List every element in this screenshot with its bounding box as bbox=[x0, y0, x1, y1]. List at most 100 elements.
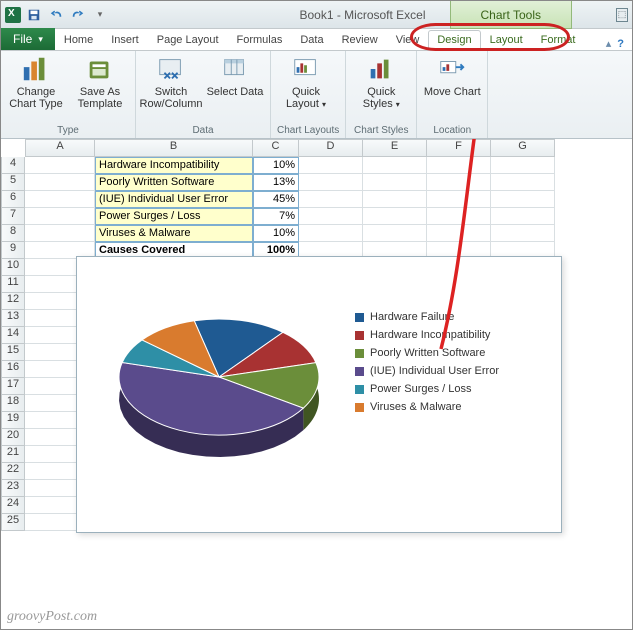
quick-layout-button[interactable]: Quick Layout ▾ bbox=[277, 54, 335, 110]
row-header[interactable]: 19 bbox=[1, 412, 25, 429]
cell[interactable] bbox=[491, 191, 555, 208]
row-header[interactable]: 20 bbox=[1, 429, 25, 446]
tab-view[interactable]: View bbox=[387, 30, 429, 50]
row-header[interactable]: 17 bbox=[1, 378, 25, 395]
tab-home[interactable]: Home bbox=[55, 30, 102, 50]
col-header-B[interactable]: B bbox=[95, 139, 253, 157]
row-header[interactable]: 11 bbox=[1, 276, 25, 293]
cell[interactable]: Viruses & Malware bbox=[95, 225, 253, 242]
quick-styles-button[interactable]: Quick Styles ▾ bbox=[352, 54, 410, 110]
cell[interactable]: Power Surges / Loss bbox=[95, 208, 253, 225]
cell[interactable] bbox=[491, 208, 555, 225]
col-header-C[interactable]: C bbox=[253, 139, 299, 157]
save-as-template-button[interactable]: Save As Template bbox=[71, 54, 129, 110]
row-header[interactable]: 10 bbox=[1, 259, 25, 276]
cell[interactable] bbox=[299, 208, 363, 225]
file-tab[interactable]: File▾ bbox=[1, 28, 55, 50]
col-header-E[interactable]: E bbox=[363, 139, 427, 157]
row-header[interactable]: 22 bbox=[1, 463, 25, 480]
tab-data[interactable]: Data bbox=[291, 30, 332, 50]
template-icon bbox=[85, 54, 115, 84]
quick-access-toolbar: ▾ bbox=[25, 6, 109, 24]
row-header[interactable]: 9 bbox=[1, 242, 25, 259]
row-header[interactable]: 6 bbox=[1, 191, 25, 208]
col-header-F[interactable]: F bbox=[427, 139, 491, 157]
cell[interactable] bbox=[299, 174, 363, 191]
undo-icon[interactable] bbox=[47, 6, 65, 24]
tab-review[interactable]: Review bbox=[333, 30, 387, 50]
cell[interactable]: (IUE) Individual User Error bbox=[95, 191, 253, 208]
cell[interactable] bbox=[427, 157, 491, 174]
switch-row-column-button[interactable]: Switch Row/Column bbox=[142, 54, 200, 110]
row-header[interactable]: 7 bbox=[1, 208, 25, 225]
cell[interactable]: 13% bbox=[253, 174, 299, 191]
cell[interactable] bbox=[363, 225, 427, 242]
cell[interactable] bbox=[25, 174, 95, 191]
move-chart-button[interactable]: Move Chart bbox=[423, 54, 481, 98]
cell[interactable] bbox=[299, 191, 363, 208]
cell[interactable]: 10% bbox=[253, 157, 299, 174]
cell[interactable] bbox=[363, 208, 427, 225]
save-icon[interactable] bbox=[25, 6, 43, 24]
cell[interactable] bbox=[363, 157, 427, 174]
tab-formulas[interactable]: Formulas bbox=[228, 30, 292, 50]
row-header[interactable]: 14 bbox=[1, 327, 25, 344]
cell[interactable]: 10% bbox=[253, 225, 299, 242]
cell[interactable] bbox=[25, 191, 95, 208]
col-header-G[interactable]: G bbox=[491, 139, 555, 157]
qat-customize-icon[interactable]: ▾ bbox=[91, 6, 109, 24]
cell[interactable] bbox=[363, 174, 427, 191]
legend-swatch bbox=[355, 349, 364, 358]
cell[interactable] bbox=[491, 157, 555, 174]
cell[interactable] bbox=[427, 191, 491, 208]
tab-layout[interactable]: Layout bbox=[481, 30, 532, 50]
col-header-D[interactable]: D bbox=[299, 139, 363, 157]
change-chart-type-button[interactable]: Change Chart Type bbox=[7, 54, 65, 110]
worksheet-area[interactable]: A B C D E F G 45678910111213141516171819… bbox=[1, 139, 632, 531]
row-header[interactable]: 4 bbox=[1, 157, 25, 174]
cell[interactable] bbox=[25, 208, 95, 225]
legend-item: Hardware Failure bbox=[355, 311, 551, 323]
row-header[interactable]: 23 bbox=[1, 480, 25, 497]
tab-format[interactable]: Format bbox=[532, 30, 585, 50]
row-header[interactable]: 5 bbox=[1, 174, 25, 191]
cell[interactable] bbox=[427, 225, 491, 242]
row-header[interactable]: 12 bbox=[1, 293, 25, 310]
cell[interactable] bbox=[299, 225, 363, 242]
cell[interactable] bbox=[299, 157, 363, 174]
minimize-ribbon-icon[interactable]: ▴ bbox=[606, 37, 612, 50]
cell[interactable]: 7% bbox=[253, 208, 299, 225]
row-header[interactable]: 15 bbox=[1, 344, 25, 361]
row-header[interactable]: 18 bbox=[1, 395, 25, 412]
group-label-layouts: Chart Layouts bbox=[277, 125, 339, 138]
cell[interactable] bbox=[491, 174, 555, 191]
cell[interactable] bbox=[427, 208, 491, 225]
col-header-A[interactable]: A bbox=[25, 139, 95, 157]
restore-down-button[interactable]: ⬚ bbox=[616, 8, 628, 22]
cell[interactable] bbox=[363, 191, 427, 208]
row-header[interactable]: 8 bbox=[1, 225, 25, 242]
embedded-chart[interactable]: Hardware FailureHardware Incompatibility… bbox=[76, 256, 562, 533]
redo-icon[interactable] bbox=[69, 6, 87, 24]
legend-item: Power Surges / Loss bbox=[355, 383, 551, 395]
cell[interactable]: 45% bbox=[253, 191, 299, 208]
group-label-styles: Chart Styles bbox=[352, 125, 410, 138]
row-header[interactable]: 25 bbox=[1, 514, 25, 531]
row-header[interactable]: 13 bbox=[1, 310, 25, 327]
row-header[interactable]: 21 bbox=[1, 446, 25, 463]
row-header[interactable]: 16 bbox=[1, 361, 25, 378]
select-data-button[interactable]: Select Data bbox=[206, 54, 264, 98]
tab-design[interactable]: Design bbox=[428, 30, 480, 50]
cell[interactable]: Hardware Incompatibility bbox=[95, 157, 253, 174]
tab-insert[interactable]: Insert bbox=[102, 30, 148, 50]
cell[interactable] bbox=[25, 157, 95, 174]
file-tab-label: File bbox=[13, 32, 32, 46]
help-icon[interactable]: ? bbox=[617, 38, 624, 50]
tab-page-layout[interactable]: Page Layout bbox=[148, 30, 228, 50]
cell[interactable] bbox=[25, 225, 95, 242]
row-header[interactable]: 24 bbox=[1, 497, 25, 514]
cell[interactable]: Poorly Written Software bbox=[95, 174, 253, 191]
quick-styles-icon bbox=[366, 54, 396, 84]
cell[interactable] bbox=[491, 225, 555, 242]
cell[interactable] bbox=[427, 174, 491, 191]
